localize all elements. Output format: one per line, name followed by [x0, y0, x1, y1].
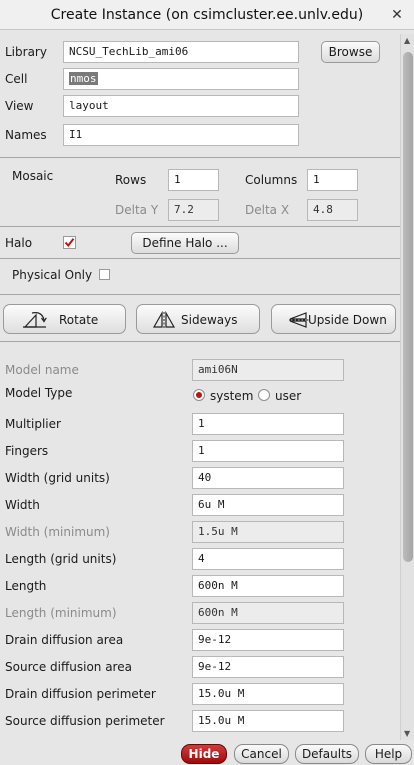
width-grid-label: Width (grid units)	[5, 471, 110, 485]
source-perimeter-field[interactable]: 15.0u M	[192, 710, 344, 732]
delta-y-label: Delta Y	[115, 203, 159, 217]
width-field[interactable]: 6u M	[192, 494, 344, 516]
define-halo-button[interactable]: Define Halo ...	[131, 232, 239, 254]
vertical-scrollbar[interactable]: ▲ ▼	[400, 34, 414, 740]
delta-x-field[interactable]: 4.8	[307, 199, 358, 221]
divider	[0, 341, 400, 342]
length-min-label: Length (minimum)	[5, 606, 117, 620]
upside-down-icon	[289, 312, 309, 328]
delta-x-label: Delta X	[245, 203, 290, 217]
dialog-content: Library NCSU_TechLib_ami06 Browse Cell n…	[0, 30, 414, 765]
drain-area-field[interactable]: 9e-12	[192, 629, 344, 651]
cell-label: Cell	[5, 72, 28, 86]
rows-field[interactable]: 1	[168, 169, 219, 191]
width-min-label: Width (minimum)	[5, 525, 110, 539]
source-area-field[interactable]: 9e-12	[192, 656, 344, 678]
halo-checkbox[interactable]	[63, 236, 76, 249]
cell-value: nmos	[69, 72, 98, 85]
divider	[0, 294, 400, 295]
physical-only-checkbox[interactable]	[99, 269, 110, 280]
help-button[interactable]: Help	[365, 744, 412, 764]
drain-perimeter-field[interactable]: 15.0u M	[192, 683, 344, 705]
width-grid-field[interactable]: 40	[192, 467, 344, 489]
columns-field[interactable]: 1	[307, 169, 358, 191]
rotate-button[interactable]: Rotate	[3, 304, 126, 334]
scroll-thumb[interactable]	[403, 52, 413, 562]
physical-only-label: Physical Only	[12, 268, 93, 282]
multiplier-field[interactable]: 1	[192, 413, 344, 435]
width-min-field[interactable]: 1.5u M	[192, 521, 344, 543]
model-type-user-label: user	[275, 389, 302, 403]
names-field[interactable]: I1	[63, 124, 299, 146]
scroll-down-icon[interactable]: ▼	[404, 729, 410, 738]
upside-down-button[interactable]: Upside Down	[271, 304, 396, 334]
model-name-label: Model name	[5, 363, 79, 377]
model-type-system-radio[interactable]	[193, 389, 205, 401]
library-field[interactable]: NCSU_TechLib_ami06	[63, 41, 299, 63]
divider	[0, 226, 400, 227]
halo-label: Halo	[5, 236, 33, 250]
fingers-field[interactable]: 1	[192, 440, 344, 462]
source-perimeter-label: Source diffusion perimeter	[5, 714, 165, 728]
defaults-button[interactable]: Defaults	[295, 744, 359, 764]
rotate-label: Rotate	[59, 313, 99, 327]
cancel-button[interactable]: Cancel	[234, 744, 289, 764]
window-title: Create Instance (on csimcluster.ee.unlv.…	[50, 7, 364, 23]
length-field[interactable]: 600n M	[192, 575, 344, 597]
delta-y-field[interactable]: 7.2	[168, 199, 219, 221]
model-type-user-radio[interactable]	[258, 389, 270, 401]
close-icon[interactable]: ✕	[386, 4, 408, 26]
fingers-label: Fingers	[5, 444, 49, 458]
rotate-icon	[23, 312, 47, 328]
drain-perimeter-label: Drain diffusion perimeter	[5, 687, 156, 701]
sideways-label: Sideways	[181, 313, 238, 327]
sideways-icon	[152, 311, 176, 328]
length-min-field[interactable]: 600n M	[192, 602, 344, 624]
cell-field[interactable]: nmos	[63, 68, 299, 90]
check-icon	[63, 236, 76, 249]
title-bar: Create Instance (on csimcluster.ee.unlv.…	[0, 0, 414, 30]
mosaic-label: Mosaic	[12, 169, 54, 183]
model-type-system-label: system	[210, 389, 254, 403]
columns-label: Columns	[245, 173, 298, 187]
length-label: Length	[5, 579, 47, 593]
view-field[interactable]: layout	[63, 95, 299, 117]
model-type-label: Model Type	[5, 386, 73, 400]
view-label: View	[5, 99, 34, 113]
hide-button[interactable]: Hide	[181, 744, 227, 764]
divider	[0, 258, 400, 259]
library-label: Library	[5, 45, 47, 59]
source-area-label: Source diffusion area	[5, 660, 132, 674]
divider	[0, 157, 400, 158]
upside-down-label: Upside Down	[308, 313, 387, 327]
length-grid-label: Length (grid units)	[5, 552, 117, 566]
scroll-up-icon[interactable]: ▲	[404, 36, 410, 45]
drain-area-label: Drain diffusion area	[5, 633, 124, 647]
names-label: Names	[5, 128, 47, 142]
model-name-field[interactable]: ami06N	[192, 359, 344, 381]
browse-button[interactable]: Browse	[321, 41, 380, 63]
width-label: Width	[5, 498, 40, 512]
multiplier-label: Multiplier	[5, 417, 61, 431]
sideways-button[interactable]: Sideways	[136, 304, 260, 334]
rows-label: Rows	[115, 173, 147, 187]
length-grid-field[interactable]: 4	[192, 548, 344, 570]
